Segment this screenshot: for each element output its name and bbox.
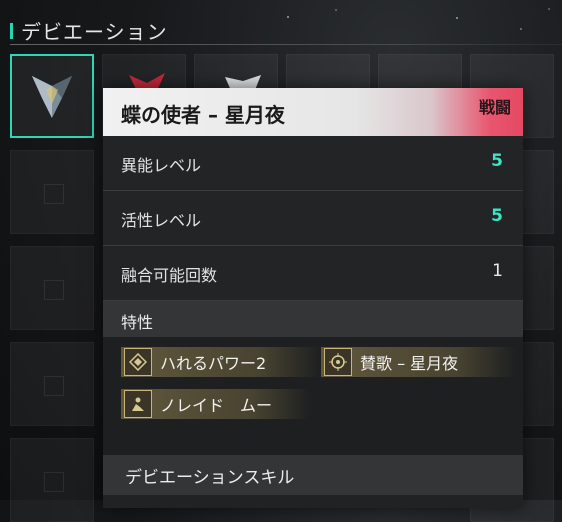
trait-chip[interactable]: 賛歌 – 星月夜 bbox=[321, 347, 516, 377]
diamond-icon bbox=[124, 348, 152, 376]
skills-title: デビエーションスキル bbox=[125, 468, 295, 488]
deviation-slot-selected[interactable] bbox=[10, 54, 94, 138]
figure-icon bbox=[124, 390, 152, 418]
skills-header: デビエーションスキル bbox=[103, 455, 523, 495]
stat-value: 5 bbox=[491, 206, 503, 226]
trait-chip[interactable]: ノレイド ムー bbox=[121, 389, 311, 419]
category-tag: 戦闘 bbox=[478, 98, 511, 117]
stat-label: 活性レベル bbox=[121, 211, 202, 230]
trait-label: ノレイド ムー bbox=[160, 396, 273, 415]
stat-value: 1 bbox=[492, 261, 503, 281]
stat-value: 5 bbox=[491, 151, 503, 171]
deviation-detail-panel: 蝶の使者 – 星月夜 戦闘 異能レベル 5 活性レベル 5 融合可能回数 1 特… bbox=[103, 88, 523, 508]
trait-label: 賛歌 – 星月夜 bbox=[360, 354, 459, 373]
deviation-slot-empty[interactable] bbox=[10, 246, 94, 330]
section-title: デビエーション bbox=[10, 16, 168, 45]
butterfly-emissary-icon bbox=[32, 76, 72, 118]
stat-label: 融合可能回数 bbox=[121, 266, 218, 285]
title-accent-bar bbox=[10, 22, 13, 39]
deviation-slot-empty[interactable] bbox=[10, 342, 94, 426]
section-title-text: デビエーション bbox=[21, 20, 168, 44]
traits-list: ハれるパワー2 賛歌 – 星月夜 ノレイド ムー bbox=[103, 337, 523, 455]
traits-header: 特性 bbox=[103, 301, 523, 337]
title-divider bbox=[10, 44, 562, 45]
deviation-slot-empty[interactable] bbox=[10, 150, 94, 234]
traits-title: 特性 bbox=[121, 313, 154, 332]
stat-row-fusion-count: 融合可能回数 1 bbox=[103, 246, 523, 301]
trait-label: ハれるパワー2 bbox=[160, 354, 267, 373]
stat-label: 異能レベル bbox=[121, 156, 202, 175]
detail-header: 蝶の使者 – 星月夜 戦闘 bbox=[103, 88, 523, 136]
stat-row-ability-level: 異能レベル 5 bbox=[103, 136, 523, 191]
crosshair-icon bbox=[324, 348, 352, 376]
stat-row-activity-level: 活性レベル 5 bbox=[103, 191, 523, 246]
deviation-name: 蝶の使者 – 星月夜 bbox=[121, 103, 285, 127]
deviation-slot-empty[interactable] bbox=[10, 438, 94, 522]
trait-chip[interactable]: ハれるパワー2 bbox=[121, 347, 321, 377]
